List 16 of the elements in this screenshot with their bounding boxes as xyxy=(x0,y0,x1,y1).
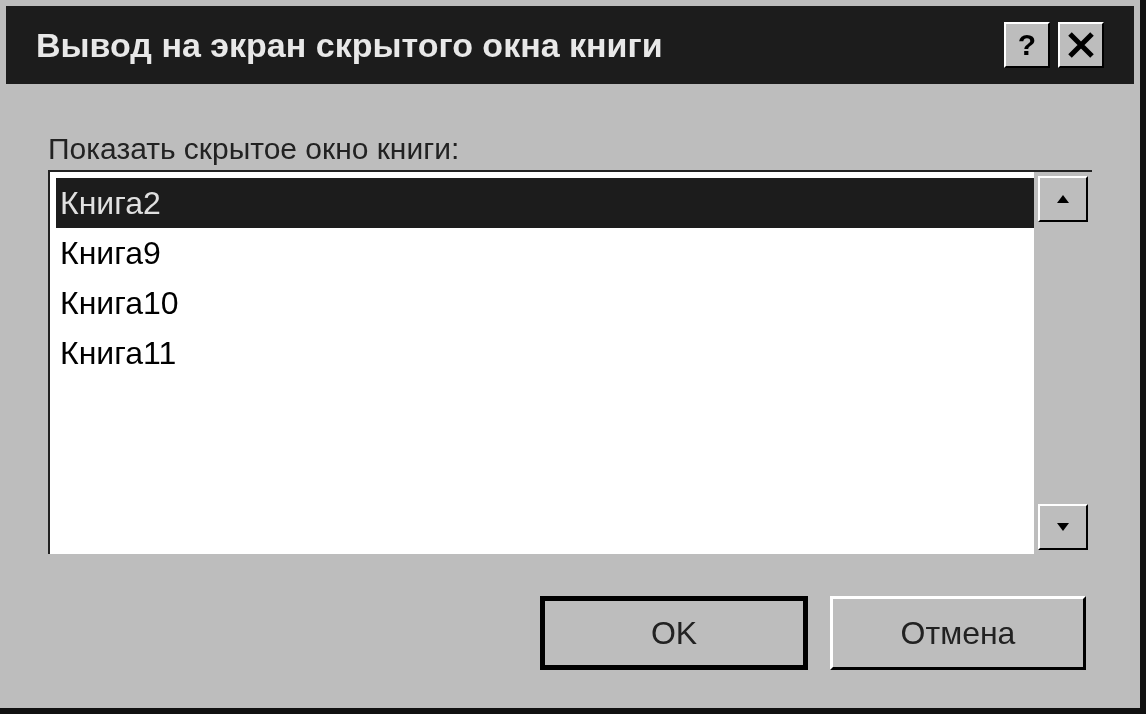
list-item[interactable]: Книга11 xyxy=(56,328,1034,378)
scroll-down-button[interactable] xyxy=(1038,504,1088,550)
cancel-button[interactable]: Отмена xyxy=(830,596,1086,670)
down-arrow-icon xyxy=(1057,523,1069,531)
help-button[interactable]: ? xyxy=(1004,22,1050,68)
list-label: Показать скрытое окно книги: xyxy=(48,134,461,164)
list-item[interactable]: Книга10 xyxy=(56,278,1034,328)
list-box[interactable]: Книга2 Книга9 Книга10 Книга11 xyxy=(48,170,1092,554)
close-icon xyxy=(1067,31,1095,59)
close-button[interactable] xyxy=(1058,22,1104,68)
list-item[interactable]: Книга2 xyxy=(56,178,1034,228)
scroll-up-button[interactable] xyxy=(1038,176,1088,222)
window-title: Вывод на экран скрытого окна книги xyxy=(36,24,664,66)
up-arrow-icon xyxy=(1057,195,1069,203)
ok-button[interactable]: OK xyxy=(540,596,808,670)
list-item[interactable]: Книга9 xyxy=(56,228,1034,278)
